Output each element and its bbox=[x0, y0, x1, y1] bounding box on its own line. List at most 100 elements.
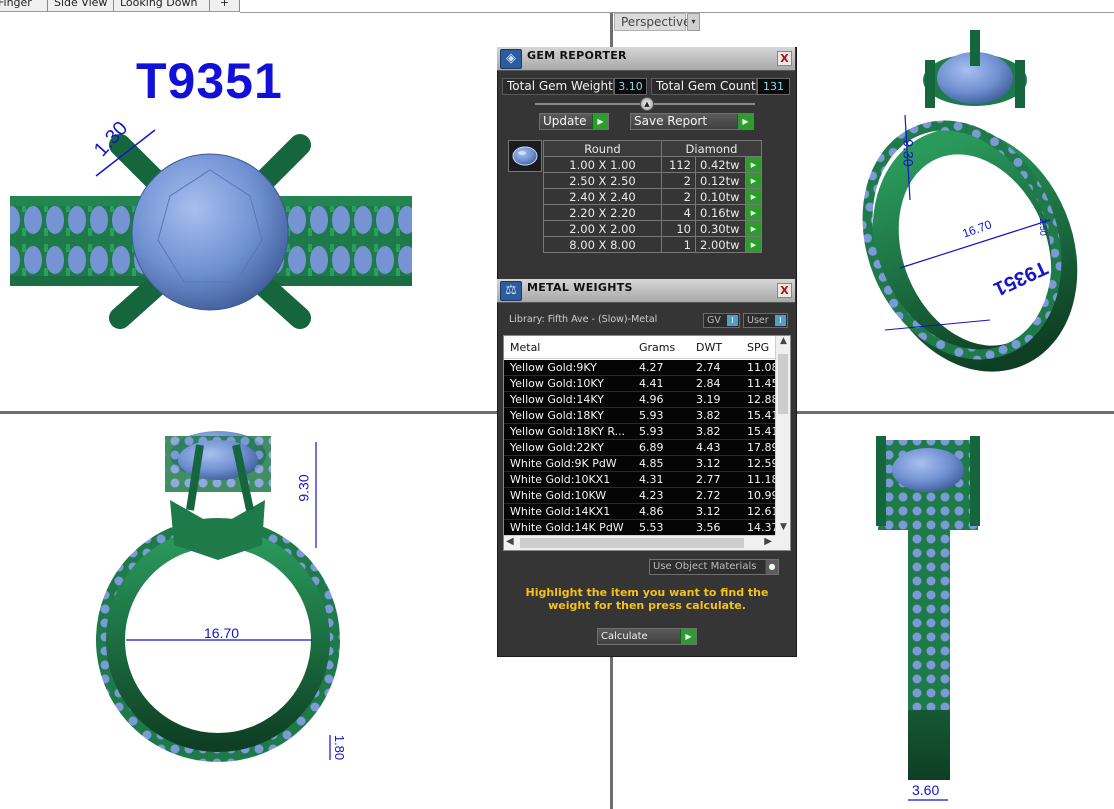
table-row[interactable]: White Gold:14K PdW 5.53 3.56 14.37 bbox=[504, 520, 776, 536]
table-row[interactable]: White Gold:14KX1 4.86 3.12 12.61 bbox=[504, 504, 776, 520]
scroll-down-icon[interactable]: ▼ bbox=[776, 522, 790, 536]
metal-name: Yellow Gold:18KY R... bbox=[510, 425, 626, 438]
user-toggle[interactable]: User I bbox=[743, 313, 788, 328]
table-row[interactable]: Yellow Gold:22KY 6.89 4.43 17.89 bbox=[504, 440, 776, 456]
select-arrow-icon[interactable]: ▶ bbox=[745, 172, 762, 189]
metal-grams: 5.93 bbox=[639, 425, 664, 438]
total-gem-count-value: 131 bbox=[757, 78, 790, 95]
metal-grams: 4.96 bbox=[639, 393, 664, 406]
column-header-dwt[interactable]: DWT bbox=[696, 341, 722, 354]
gem-reporter-titlebar[interactable]: ◈ GEM REPORTER X bbox=[497, 47, 795, 71]
calculate-button-label: Calculate bbox=[601, 631, 648, 642]
update-button-label: Update bbox=[543, 114, 587, 128]
gem-weight: 2.00tw bbox=[695, 236, 746, 253]
select-arrow-icon[interactable]: ▶ bbox=[745, 188, 762, 205]
metal-grams: 6.89 bbox=[639, 441, 664, 454]
toggle-switch-icon: I bbox=[775, 315, 786, 326]
table-row[interactable]: White Gold:9K PdW 4.85 3.12 12.59 bbox=[504, 456, 776, 472]
metal-dwt: 2.84 bbox=[696, 377, 721, 390]
gem-row[interactable]: 2.20 X 2.20 4 0.16tw ▶ bbox=[543, 204, 762, 221]
close-icon[interactable]: X bbox=[777, 283, 792, 298]
play-arrow-icon: ▶ bbox=[592, 114, 608, 129]
metal-grams: 4.41 bbox=[639, 377, 664, 390]
gem-count: 1 bbox=[661, 236, 696, 253]
gem-reporter-title: GEM REPORTER bbox=[527, 49, 627, 62]
select-arrow-icon[interactable]: ▶ bbox=[745, 220, 762, 237]
metal-grams: 4.85 bbox=[639, 457, 664, 470]
play-arrow-icon: ▶ bbox=[680, 629, 696, 644]
select-arrow-icon[interactable]: ▶ bbox=[745, 156, 762, 173]
workspace: Finger Side View Looking Down + Perspect… bbox=[0, 0, 1114, 809]
scrollbar-corner bbox=[775, 535, 790, 550]
metal-spg: 15.41 bbox=[747, 409, 776, 422]
metal-name: Yellow Gold:10KY bbox=[510, 377, 604, 390]
gem-size: 2.40 X 2.40 bbox=[543, 188, 662, 205]
column-header-metal[interactable]: Metal bbox=[510, 341, 540, 354]
metal-name: White Gold:10KX1 bbox=[510, 473, 611, 486]
metal-weights-titlebar[interactable]: ⚖ METAL WEIGHTS X bbox=[497, 279, 795, 303]
total-gem-weight-value: 3.10 bbox=[614, 78, 647, 95]
use-object-materials-label: Use Object Materials bbox=[653, 561, 757, 572]
gem-row[interactable]: 2.00 X 2.00 10 0.30tw ▶ bbox=[543, 220, 762, 237]
metal-library-label: Library: Fifth Ave - (Slow)-Metal bbox=[509, 314, 658, 325]
select-arrow-icon[interactable]: ▶ bbox=[745, 236, 762, 253]
round-gem-thumbnail[interactable] bbox=[508, 140, 542, 172]
metal-name: Yellow Gold:9KY bbox=[510, 361, 597, 374]
gem-shape-header: Round bbox=[543, 140, 662, 157]
table-row[interactable]: White Gold:10KW 4.23 2.72 10.99 bbox=[504, 488, 776, 504]
gem-size: 2.50 X 2.50 bbox=[543, 172, 662, 189]
gem-weight: 0.12tw bbox=[695, 172, 746, 189]
dimension-band-width: 1.80 bbox=[332, 734, 348, 761]
scroll-up-icon[interactable]: ▲ bbox=[776, 336, 790, 350]
scrollbar-thumb[interactable] bbox=[778, 354, 788, 414]
dimension-ring-size-bottom: 16.70 bbox=[204, 625, 240, 641]
scrollbar-thumb[interactable] bbox=[520, 538, 744, 548]
user-toggle-label: User bbox=[747, 315, 769, 326]
column-header-spg[interactable]: SPG bbox=[747, 341, 769, 354]
scroll-left-icon[interactable]: ◀ bbox=[506, 536, 514, 547]
gem-weight: 0.10tw bbox=[695, 188, 746, 205]
table-row[interactable]: Yellow Gold:14KY 4.96 3.19 12.88 bbox=[504, 392, 776, 408]
ring-side-view[interactable] bbox=[876, 436, 980, 801]
table-row[interactable]: Yellow Gold:10KY 4.41 2.84 11.45 bbox=[504, 376, 776, 392]
gem-weight: 0.16tw bbox=[695, 204, 746, 221]
gem-row[interactable]: 8.00 X 8.00 1 2.00tw ▶ bbox=[543, 236, 762, 253]
gem-row[interactable]: 1.00 X 1.00 112 0.42tw ▶ bbox=[543, 156, 762, 173]
gem-count: 10 bbox=[661, 220, 696, 237]
metal-spg: 11.45 bbox=[747, 377, 776, 390]
metal-spg: 12.88 bbox=[747, 393, 776, 406]
save-report-button[interactable]: Save Report ▶ bbox=[630, 113, 754, 130]
gem-row[interactable]: 2.50 X 2.50 2 0.12tw ▶ bbox=[543, 172, 762, 189]
calculate-hint-text: Highlight the item you want to find the … bbox=[525, 586, 769, 612]
table-row[interactable]: Yellow Gold:18KY R... 5.93 3.82 15.41 bbox=[504, 424, 776, 440]
metal-table-vertical-scrollbar[interactable]: ▲ ▼ bbox=[775, 336, 790, 536]
close-icon[interactable]: X bbox=[777, 51, 792, 66]
table-row[interactable]: White Gold:10KX1 4.31 2.77 11.18 bbox=[504, 472, 776, 488]
metal-name: White Gold:10KW bbox=[510, 489, 607, 502]
table-row[interactable]: Yellow Gold:9KY 4.27 2.74 11.08 bbox=[504, 360, 776, 376]
calculate-button[interactable]: Calculate ▶ bbox=[597, 628, 697, 645]
metal-weights-table[interactable]: Metal Grams DWT SPG Yellow Gold:9KY 4.27 2… bbox=[503, 335, 791, 551]
select-arrow-icon[interactable]: ▶ bbox=[745, 204, 762, 221]
metal-table-body: Yellow Gold:9KY 4.27 2.74 11.08 Yellow Gold… bbox=[504, 360, 776, 536]
report-slider-knob[interactable]: ▲ bbox=[640, 97, 654, 111]
gem-weight: 0.30tw bbox=[695, 220, 746, 237]
dimension-height-bottom: 9.30 bbox=[295, 474, 312, 502]
ring-top-view[interactable] bbox=[10, 129, 412, 329]
gem-size-table: Round Diamond 1.00 X 1.00 112 0.42tw ▶ 2… bbox=[543, 140, 762, 253]
metal-name: White Gold:9K PdW bbox=[510, 457, 617, 470]
metal-grams: 4.86 bbox=[639, 505, 664, 518]
ring-perspective-view[interactable] bbox=[834, 30, 1095, 386]
metal-table-horizontal-scrollbar[interactable]: ◀ ▶ bbox=[504, 535, 776, 550]
table-row[interactable]: Yellow Gold:18KY 5.93 3.82 15.41 bbox=[504, 408, 776, 424]
use-object-materials-toggle[interactable]: Use Object Materials ● bbox=[649, 559, 779, 575]
gv-toggle[interactable]: GV I bbox=[703, 313, 740, 328]
column-header-grams[interactable]: Grams bbox=[639, 341, 675, 354]
update-button[interactable]: Update ▶ bbox=[539, 113, 609, 130]
toggle-switch-icon: I bbox=[727, 315, 738, 326]
scroll-right-icon[interactable]: ▶ bbox=[764, 536, 772, 547]
gem-row[interactable]: 2.40 X 2.40 2 0.10tw ▶ bbox=[543, 188, 762, 205]
metal-spg: 17.89 bbox=[747, 441, 776, 454]
metal-grams: 4.23 bbox=[639, 489, 664, 502]
metal-spg: 15.41 bbox=[747, 425, 776, 438]
